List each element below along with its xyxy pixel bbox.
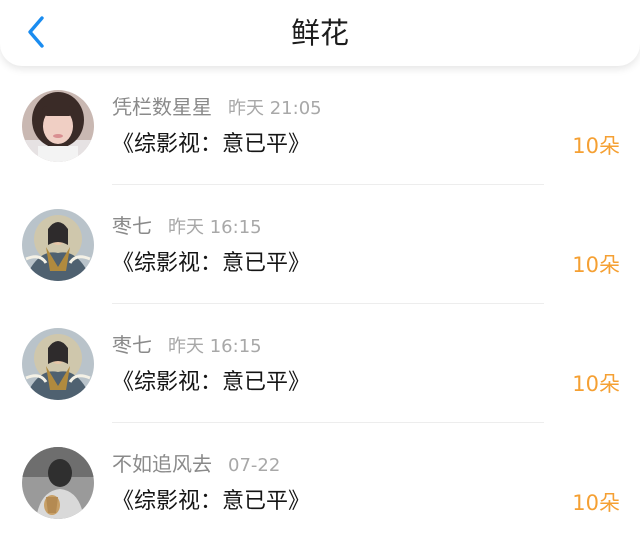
timestamp: 昨天 16:15 xyxy=(168,336,262,357)
item-meta: 枣七 昨天 16:15 xyxy=(112,213,262,241)
illustration-avatar-icon xyxy=(22,328,94,400)
flower-list: 凭栏数星星 昨天 21:05 《综影视：意已平》 10朵 枣七 昨天 16:15… xyxy=(0,66,640,539)
user-photo-bw-icon xyxy=(22,447,94,519)
avatar[interactable] xyxy=(22,209,94,281)
list-item[interactable]: 凭栏数星星 昨天 21:05 《综影视：意已平》 10朵 xyxy=(0,66,640,185)
illustration-avatar-icon xyxy=(22,209,94,281)
user-name[interactable]: 枣七 xyxy=(112,214,152,238)
avatar[interactable] xyxy=(22,447,94,519)
screen: 鲜花 凭栏数星星 昨天 21:05 《综影视：意已平》 10朵 枣七 昨天 16… xyxy=(0,0,640,539)
list-item[interactable]: 枣七 昨天 16:15 《综影视：意已平》 10朵 xyxy=(0,304,640,423)
flower-count: 10朵 xyxy=(572,253,620,277)
item-meta: 枣七 昨天 16:15 xyxy=(112,332,262,360)
item-meta: 不如追风去 07-22 xyxy=(112,451,280,479)
user-name[interactable]: 不如追风去 xyxy=(112,452,212,476)
timestamp: 昨天 21:05 xyxy=(228,98,322,119)
top-bar: 鲜花 xyxy=(0,0,640,66)
flower-count: 10朵 xyxy=(572,372,620,396)
item-meta: 凭栏数星星 昨天 21:05 xyxy=(112,94,322,122)
book-title[interactable]: 《综影视：意已平》 xyxy=(112,368,310,398)
avatar[interactable] xyxy=(22,90,94,162)
list-item[interactable]: 枣七 昨天 16:15 《综影视：意已平》 10朵 xyxy=(0,185,640,304)
timestamp: 07-22 xyxy=(228,455,281,476)
book-title[interactable]: 《综影视：意已平》 xyxy=(112,249,310,279)
user-photo-icon xyxy=(22,90,94,162)
page-title: 鲜花 xyxy=(290,16,349,50)
user-name[interactable]: 枣七 xyxy=(112,333,152,357)
book-title[interactable]: 《综影视：意已平》 xyxy=(112,130,310,160)
user-name[interactable]: 凭栏数星星 xyxy=(112,95,212,119)
flower-count: 10朵 xyxy=(572,491,620,515)
list-item[interactable]: 不如追风去 07-22 《综影视：意已平》 10朵 xyxy=(0,423,640,539)
timestamp: 昨天 16:15 xyxy=(168,217,262,238)
book-title[interactable]: 《综影视：意已平》 xyxy=(112,487,310,517)
flower-count: 10朵 xyxy=(572,134,620,158)
avatar[interactable] xyxy=(22,328,94,400)
